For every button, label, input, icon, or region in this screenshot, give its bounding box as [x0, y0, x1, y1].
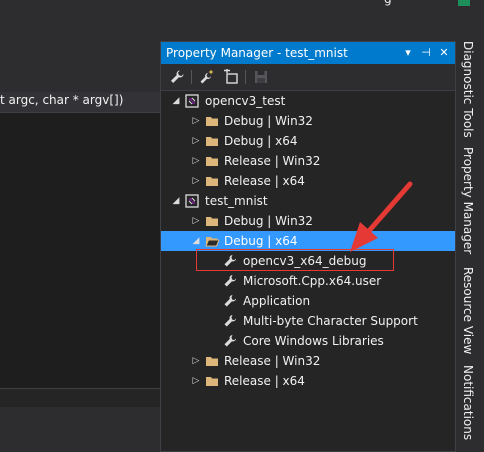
project-label: test_mnist — [205, 194, 268, 208]
property-sheet-wrench-icon — [223, 334, 237, 348]
folder-icon — [205, 174, 219, 188]
code-editor[interactable] — [0, 113, 160, 388]
property-sheet-wrench-icon — [223, 274, 237, 288]
editor-horizontal-scrollbar[interactable] — [0, 388, 160, 407]
toolbar-separator — [245, 70, 246, 84]
side-tab-strip: Diagnostic Tools Property Manager Resour… — [456, 41, 484, 452]
window-status-icon — [458, 0, 470, 6]
save-icon[interactable] — [253, 69, 269, 85]
property-sheet-wrench-icon — [223, 314, 237, 328]
function-signature: t argc, char * argv[]) — [0, 93, 124, 107]
editor-gap — [0, 40, 160, 64]
panel-title-bar[interactable]: Property Manager - test_mnist ▾ ⊣ ✕ — [161, 42, 455, 64]
collapsed-arrow-icon[interactable]: ▷ — [191, 134, 201, 148]
annotation-arrow — [350, 181, 413, 252]
property-sheet-label: Microsoft.Cpp.x64.user — [243, 274, 382, 288]
expanded-arrow-icon[interactable]: ◢ — [171, 194, 181, 208]
tree-config-item[interactable]: ▷ Release | Win32 — [161, 351, 455, 371]
properties-wrench-icon[interactable] — [169, 69, 185, 85]
folder-icon — [205, 154, 219, 168]
tree-property-sheet[interactable]: Core Windows Libraries — [161, 331, 455, 351]
property-sheet-label: Multi-byte Character Support — [243, 314, 418, 328]
config-label: Debug | x64 — [224, 134, 298, 148]
config-label: Release | x64 — [224, 374, 305, 388]
tab-notifications[interactable]: Notifications — [456, 365, 484, 452]
editor-navigation-bar[interactable]: t argc, char * argv[]) — [0, 92, 160, 113]
tree-property-sheet[interactable]: Microsoft.Cpp.x64.user — [161, 271, 455, 291]
config-label: Debug | x64 — [224, 234, 298, 248]
config-label: Release | Win32 — [224, 154, 321, 168]
folder-icon — [205, 134, 219, 148]
collapsed-arrow-icon[interactable]: ▷ — [191, 114, 201, 128]
collapsed-arrow-icon[interactable]: ▷ — [191, 214, 201, 228]
folder-icon — [205, 214, 219, 228]
config-label: Debug | Win32 — [224, 214, 313, 228]
add-property-sheet-icon[interactable] — [199, 69, 215, 85]
tab-label: Notifications — [461, 365, 475, 441]
project-label: opencv3_test — [205, 94, 286, 108]
tree-property-sheet[interactable]: Application — [161, 291, 455, 311]
tab-property-manager[interactable]: Property Manager — [456, 147, 484, 261]
panel-title: Property Manager - test_mnist — [166, 46, 348, 60]
property-sheet-label: Core Windows Libraries — [243, 334, 384, 348]
tab-diagnostic-tools[interactable]: Diagnostic Tools — [456, 41, 484, 141]
property-sheet-label: Application — [243, 294, 311, 308]
tree-config-item[interactable]: ▷ Release | Win32 — [161, 151, 455, 171]
tab-label: Property Manager — [461, 147, 475, 255]
output-panel-area — [0, 407, 160, 452]
collapsed-arrow-icon[interactable]: ▷ — [191, 154, 201, 168]
config-label: Release | x64 — [224, 174, 305, 188]
window-position-dropdown-icon[interactable]: ▾ — [401, 45, 415, 61]
collapsed-arrow-icon[interactable]: ▷ — [191, 354, 201, 368]
project-icon — [185, 194, 199, 208]
editor-tab-strip — [0, 64, 160, 93]
tab-label: Diagnostic Tools — [461, 41, 475, 138]
editor-top-area — [0, 0, 160, 40]
open-folder-icon — [205, 234, 219, 248]
folder-icon — [205, 374, 219, 388]
window-top-text: g — [384, 0, 392, 6]
auto-hide-pin-icon[interactable]: ⊣ — [419, 45, 433, 61]
tree-config-item[interactable]: ▷ Debug | Win32 — [161, 111, 455, 131]
tab-resource-view[interactable]: Resource View — [456, 267, 484, 359]
add-existing-sheet-icon[interactable] — [223, 69, 239, 85]
tree-property-sheet[interactable]: Multi-byte Character Support — [161, 311, 455, 331]
close-icon[interactable]: ✕ — [437, 45, 451, 61]
panel-toolbar — [161, 64, 455, 91]
folder-icon — [205, 114, 219, 128]
tree-config-item[interactable]: ▷ Debug | x64 — [161, 131, 455, 151]
tree-project-opencv3-test[interactable]: ◢ opencv3_test — [161, 91, 455, 111]
collapsed-arrow-icon[interactable]: ▷ — [191, 174, 201, 188]
expanded-arrow-icon[interactable]: ◢ — [171, 94, 181, 108]
config-label: Debug | Win32 — [224, 114, 313, 128]
project-icon — [185, 94, 199, 108]
expanded-arrow-icon[interactable]: ◢ — [191, 234, 201, 248]
tree-config-item[interactable]: ▷ Release | x64 — [161, 371, 455, 391]
config-label: Release | Win32 — [224, 354, 321, 368]
property-sheet-wrench-icon — [223, 294, 237, 308]
collapsed-arrow-icon[interactable]: ▷ — [191, 374, 201, 388]
folder-icon — [205, 354, 219, 368]
toolbar-separator — [191, 70, 192, 84]
tab-label: Resource View — [461, 267, 475, 355]
